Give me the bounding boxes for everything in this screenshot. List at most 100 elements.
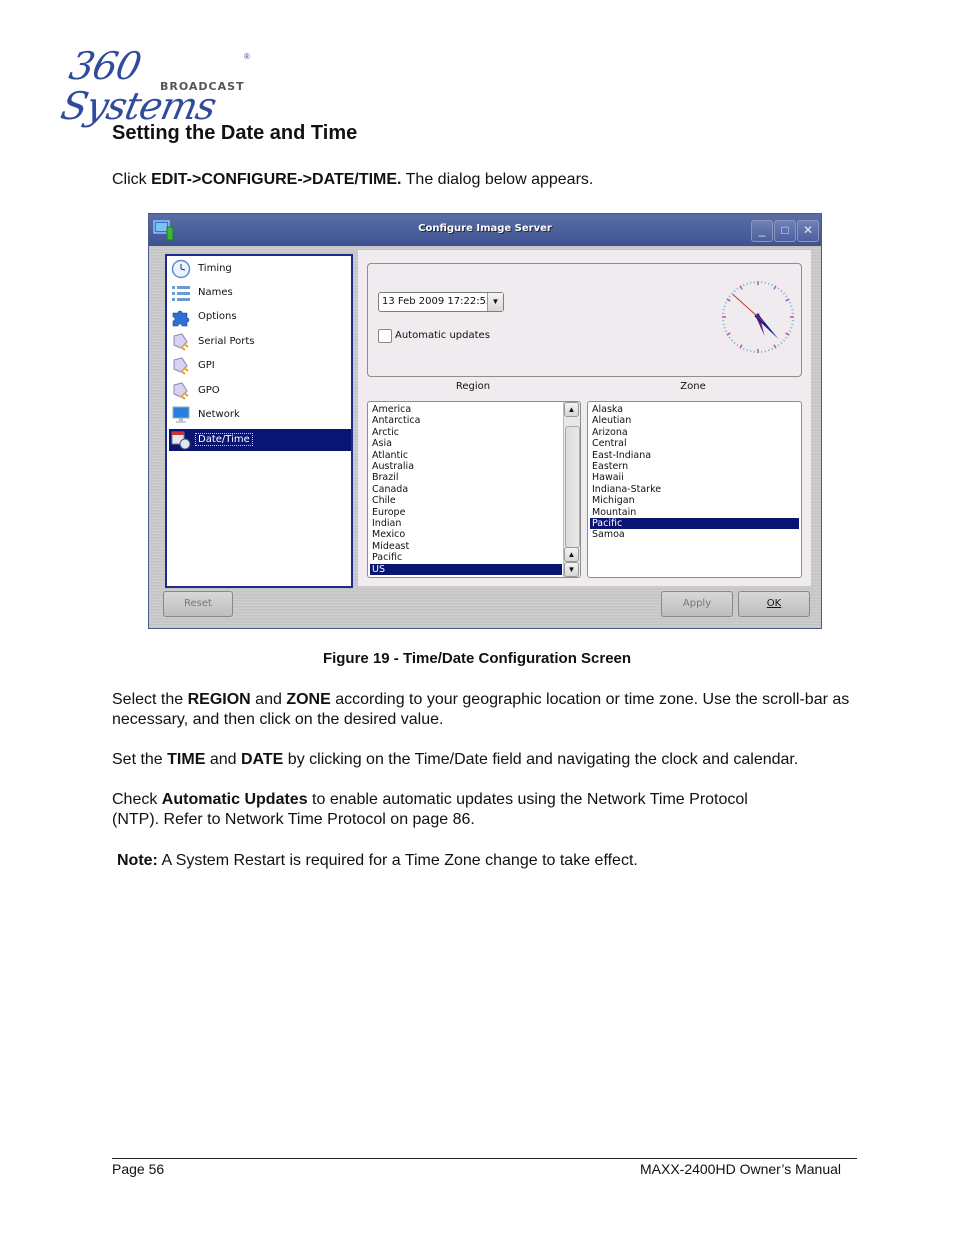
- clock-tick: [788, 330, 792, 333]
- clock-tick: [782, 339, 786, 342]
- clock-tick: [746, 349, 748, 352]
- automatic-updates-paragraph: Check Automatic Updates to enable automa…: [112, 790, 782, 830]
- list-item[interactable]: Arizona: [590, 427, 799, 438]
- clock-tick: [728, 336, 731, 339]
- nav-item-label: Date/Time: [195, 433, 253, 446]
- zone-label: Zone: [680, 381, 706, 392]
- list-item[interactable]: Central: [590, 438, 799, 449]
- nav-item-network[interactable]: Network: [169, 404, 351, 426]
- monitor-icon: [172, 406, 190, 423]
- list-item[interactable]: Mideast: [370, 541, 562, 552]
- clock-tick: [733, 289, 736, 293]
- list-item[interactable]: Alaska: [590, 404, 799, 415]
- list-item[interactable]: Brazil: [370, 472, 562, 483]
- list-item[interactable]: America: [370, 404, 562, 415]
- list-item[interactable]: Mountain: [590, 507, 799, 518]
- list-item[interactable]: Atlantic: [370, 450, 562, 461]
- configure-dialog: Configure Image Server _ □ ✕ Timing Name…: [148, 213, 822, 629]
- region-scrollbar[interactable]: ▲ ▲ ▼: [563, 402, 580, 577]
- zone-list[interactable]: Alaska Aleutian Arizona Central East-Indiana…: [587, 401, 802, 578]
- clock-tick: [771, 283, 774, 287]
- list-item[interactable]: Arctic: [370, 427, 562, 438]
- list-item[interactable]: Europe: [370, 507, 562, 518]
- list-item[interactable]: Antarctica: [370, 415, 562, 426]
- list-item[interactable]: Australia: [370, 461, 562, 472]
- date-time-panel: 13 Feb 2009 17:22:52 ▼ Automatic updates…: [358, 250, 811, 586]
- clock-tick: [777, 287, 780, 290]
- list-item[interactable]: Asia: [370, 438, 562, 449]
- page-number: Page 56: [112, 1161, 165, 1177]
- dropdown-arrow-icon[interactable]: ▼: [487, 293, 503, 311]
- region-list[interactable]: ▲ ▲ ▼ America Antarctica Arctic Asia Atlanti…: [367, 401, 581, 578]
- figure-caption: Figure 19 - Time/Date Configuration Scre…: [322, 650, 632, 667]
- scroll-up-icon[interactable]: ▲: [564, 547, 579, 562]
- list-item[interactable]: Hawaii: [590, 472, 799, 483]
- list-item[interactable]: Indiana-Starke: [590, 484, 799, 495]
- clock-tick: [785, 295, 788, 298]
- clock-tick: [736, 287, 739, 290]
- clock-tick: [746, 282, 748, 285]
- list-item[interactable]: Pacific: [370, 552, 562, 563]
- clock-tick: [739, 285, 743, 290]
- automatic-updates-label: Automatic updates: [395, 330, 490, 341]
- intro-paragraph: Click EDIT->CONFIGURE->DATE/TIME. The di…: [112, 170, 852, 190]
- clock-tick: [724, 330, 728, 333]
- ok-button[interactable]: OK: [738, 591, 810, 617]
- category-list: Timing Names Options Serial Ports GPI GP…: [165, 254, 353, 588]
- nav-item-gpo[interactable]: GPO: [169, 380, 351, 402]
- clock-icon: [171, 259, 191, 279]
- list-item[interactable]: Pacific: [590, 518, 799, 530]
- maximize-button[interactable]: □: [774, 220, 796, 242]
- clock-tick: [782, 292, 786, 295]
- nav-item-timing[interactable]: Timing: [169, 258, 351, 280]
- nav-item-serial-ports[interactable]: Serial Ports: [169, 331, 351, 353]
- plug-icon: [173, 382, 189, 400]
- nav-item-label: Names: [198, 287, 233, 298]
- clock-tick: [790, 305, 793, 307]
- text: and: [250, 691, 287, 708]
- list-item[interactable]: East-Indiana: [590, 450, 799, 461]
- bold-text: REGION: [187, 691, 251, 708]
- automatic-updates-checkbox[interactable]: [378, 329, 392, 343]
- apply-button[interactable]: Apply: [661, 591, 733, 617]
- nav-item-options[interactable]: Options: [169, 306, 351, 328]
- nav-item-date-time[interactable]: Date/Time: [169, 429, 351, 451]
- scroll-down-icon[interactable]: ▼: [564, 562, 579, 577]
- nav-item-names[interactable]: Names: [169, 282, 351, 304]
- list-item[interactable]: Michigan: [590, 495, 799, 506]
- close-button[interactable]: ✕: [797, 220, 819, 242]
- clock-tick: [785, 332, 790, 336]
- date-time-value: 13 Feb 2009 17:22:52: [382, 296, 493, 307]
- nav-item-label: GPO: [198, 385, 220, 396]
- company-logo: 360 Systems ® BROADCAST: [57, 44, 266, 128]
- nav-item-label: Serial Ports: [198, 336, 255, 347]
- list-item[interactable]: Indian: [370, 518, 562, 529]
- text: Select the: [112, 691, 188, 708]
- text: by clicking on the Time/Date field and n…: [283, 751, 799, 768]
- text: Check: [112, 791, 162, 808]
- list-item[interactable]: Aleutian: [590, 415, 799, 426]
- text: Set the: [112, 751, 168, 768]
- clock-tick: [785, 336, 788, 339]
- clock-tick: [736, 344, 739, 347]
- clock-tick: [733, 341, 736, 345]
- clock-tick: [730, 339, 734, 342]
- dialog-title: Configure Image Server: [418, 223, 552, 234]
- list-item[interactable]: US: [370, 563, 562, 575]
- list-item[interactable]: Canada: [370, 484, 562, 495]
- nav-item-gpi[interactable]: GPI: [169, 355, 351, 377]
- list-item[interactable]: Chile: [370, 495, 562, 506]
- minimize-button[interactable]: _: [751, 220, 773, 242]
- clock-tick: [730, 292, 734, 295]
- nav-item-label: Network: [198, 409, 240, 420]
- list-item[interactable]: Samoa: [590, 529, 799, 540]
- puzzle-icon: [172, 310, 190, 327]
- scroll-thumb[interactable]: [565, 426, 580, 548]
- list-item[interactable]: Mexico: [370, 529, 562, 540]
- note-label: Note:: [117, 852, 158, 869]
- date-time-field[interactable]: 13 Feb 2009 17:22:52 ▼: [378, 292, 504, 312]
- scroll-up-icon[interactable]: ▲: [564, 402, 579, 417]
- list-item[interactable]: Eastern: [590, 461, 799, 472]
- footer-divider: [112, 1158, 857, 1159]
- reset-button[interactable]: Reset: [163, 591, 233, 617]
